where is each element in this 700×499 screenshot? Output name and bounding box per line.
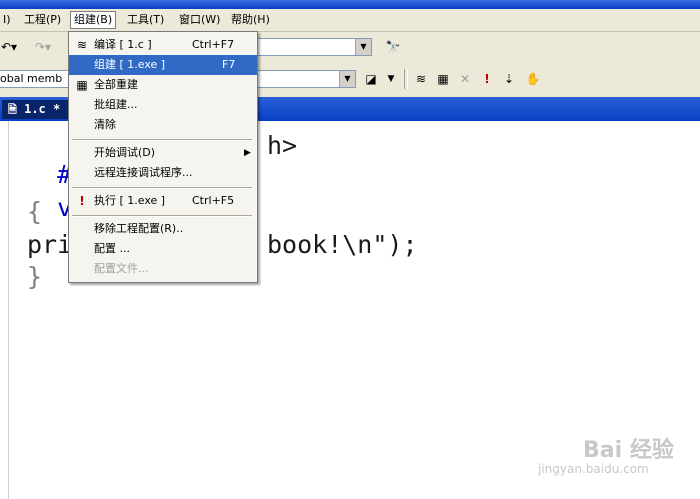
menu-item-shortcut: Ctrl+F5	[192, 194, 235, 207]
code-line-4-end: book!\n");	[267, 230, 418, 259]
menu-separator	[72, 187, 252, 189]
menu-window[interactable]: 窗口(W)	[176, 12, 223, 28]
menu-item-label: 移除工程配置(R)..	[94, 222, 184, 235]
stop-build-icon[interactable]: ✕	[456, 70, 474, 88]
menu-item-label: 远程连接调试程序...	[94, 166, 193, 179]
menu-item-configurations[interactable]: 配置 ...	[69, 239, 257, 259]
menu-separator	[72, 139, 252, 141]
menu-project[interactable]: 工程(P)	[21, 12, 64, 28]
execute-icon: !	[79, 194, 85, 208]
watermark-brand: Bai 经验	[583, 438, 674, 463]
code-line-3: {	[27, 197, 43, 226]
baidu-watermark: Bai 经验 jingyan.baidu.com	[533, 422, 693, 482]
code-line-5: }	[27, 262, 43, 291]
code-line-4: pri	[27, 230, 73, 259]
menu-item-label: 清除	[94, 118, 116, 131]
menu-item-label: 执行 [ 1.exe ]	[94, 194, 166, 207]
menu-item-clean[interactable]: 清除	[69, 115, 257, 135]
menu-item-label: 全部重建	[94, 78, 138, 91]
rebuild-all-icon: ▦	[76, 78, 88, 92]
menu-item-label: 配置 ...	[94, 242, 130, 255]
execute-icon[interactable]: !	[478, 70, 496, 88]
menu-item-remove-config[interactable]: 移除工程配置(R)..	[69, 219, 257, 239]
undo-icon[interactable]: ↶▾	[0, 38, 18, 56]
tab-1-c[interactable]: 🗎 1.c *	[2, 100, 69, 119]
chevron-down-icon[interactable]: ▼	[339, 71, 355, 87]
redo-icon[interactable]: ↷▾	[34, 38, 52, 56]
build-menu-dropdown: ≋ 编译 [ 1.c ] Ctrl+F7 组建 [ 1.exe ] F7 ▦ 全…	[68, 31, 258, 283]
members-combo-text: obal memb	[0, 72, 63, 85]
menu-item-label: 批组建...	[94, 98, 138, 111]
toolbar-separator	[404, 69, 408, 89]
find-in-files-icon[interactable]: 🔭	[384, 38, 402, 56]
go-icon[interactable]: ⇣	[500, 70, 518, 88]
menu-item-label: 开始调试(D)	[94, 146, 156, 159]
chevron-down-icon[interactable]: ▼	[355, 39, 371, 55]
menu-edit[interactable]: I)	[0, 12, 14, 28]
menu-tools[interactable]: 工具(T)	[124, 12, 167, 28]
menu-item-label: 组建 [ 1.exe ]	[94, 58, 166, 71]
submenu-arrow-icon: ▶	[244, 148, 251, 158]
menu-item-batch-build[interactable]: 批组建...	[69, 95, 257, 115]
menu-item-profile: 配置文件...	[69, 259, 257, 279]
menu-item-execute[interactable]: ! 执行 [ 1.exe ] Ctrl+F5	[69, 191, 257, 211]
wizard-action-icon[interactable]: ◪	[362, 70, 380, 88]
window-title-bar	[0, 0, 700, 9]
menu-item-compile[interactable]: ≋ 编译 [ 1.c ] Ctrl+F7	[69, 35, 257, 55]
code-line-1-end: h>	[267, 131, 298, 160]
menu-item-label: 配置文件...	[94, 262, 149, 275]
breakpoint-hand-icon[interactable]: ✋	[524, 70, 542, 88]
chevron-down-icon[interactable]: ▼	[382, 70, 400, 88]
menu-separator	[72, 215, 252, 217]
menu-item-build[interactable]: 组建 [ 1.exe ] F7	[69, 55, 257, 75]
menu-build[interactable]: 组建(B)	[70, 11, 117, 29]
menu-help[interactable]: 帮助(H)	[228, 12, 273, 28]
find-combo[interactable]: ▼	[256, 38, 372, 56]
menu-item-remote-debug[interactable]: 远程连接调试程序...	[69, 163, 257, 183]
build-icon[interactable]: ▦	[434, 70, 452, 88]
editor-gutter	[0, 121, 9, 499]
menu-item-rebuild-all[interactable]: ▦ 全部重建	[69, 75, 257, 95]
menu-item-shortcut: F7	[222, 58, 236, 71]
compile-icon: ≋	[76, 38, 88, 52]
tab-label: 1.c *	[24, 102, 61, 116]
compile-icon[interactable]: ≋	[412, 70, 430, 88]
menu-item-start-debug[interactable]: 开始调试(D) ▶	[69, 143, 257, 163]
file-icon: 🗎	[8, 103, 17, 116]
menu-bar: I) 工程(P) 组建(B) 工具(T) 窗口(W) 帮助(H)	[0, 9, 700, 32]
watermark-url: jingyan.baidu.com	[538, 462, 649, 476]
menu-item-label: 编译 [ 1.c ]	[94, 38, 152, 51]
menu-item-shortcut: Ctrl+F7	[192, 38, 235, 51]
